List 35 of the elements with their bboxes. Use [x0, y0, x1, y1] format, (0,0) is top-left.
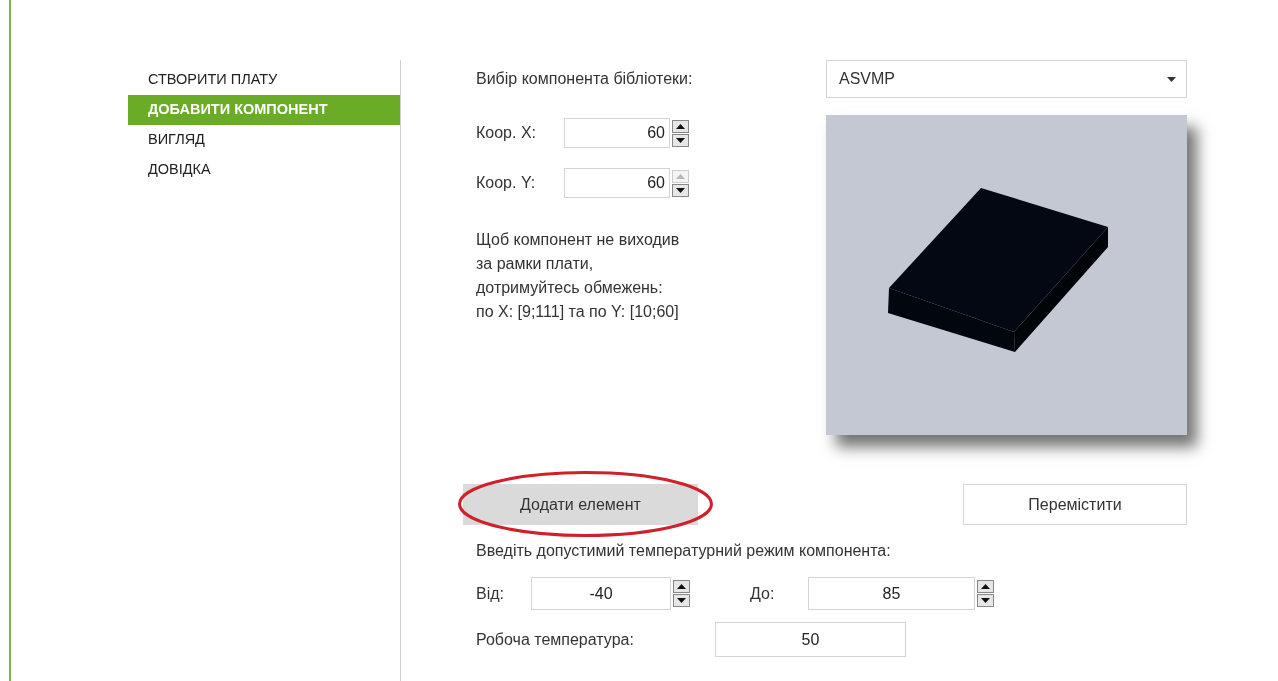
spin-down-button[interactable]	[977, 594, 994, 607]
down-triangle-icon	[676, 187, 685, 193]
coordinate-label: Коор. Y:	[476, 173, 537, 193]
up-triangle-icon	[677, 584, 686, 589]
spin-down-button[interactable]	[672, 183, 689, 197]
up-triangle-icon	[981, 584, 990, 589]
down-triangle-icon	[981, 598, 990, 603]
spin-down-button[interactable]	[673, 594, 690, 607]
down-triangle-icon	[677, 598, 686, 603]
sidebar-item[interactable]: СТВОРИТИ ПЛАТУ	[128, 65, 400, 95]
sidebar-item[interactable]: ДОВІДКА	[128, 155, 400, 185]
temperature-label: Введіть допустимий температурний режим компонента:	[476, 541, 892, 561]
sidebar-item[interactable]: ВИГЛЯД	[128, 125, 400, 155]
hint-text: Щоб компонент не виходив за рамки плати, дотримуйтесь обмежень: по X: [9;111] та по Y: [10;60]	[476, 230, 681, 322]
spin-up-button[interactable]	[977, 580, 994, 593]
working-temperature-label: Робоча температура:	[476, 629, 635, 650]
number-field[interactable]: -40	[531, 577, 671, 610]
spin-up-button[interactable]	[673, 580, 690, 593]
add-element-button[interactable]: Додати елемент	[463, 484, 698, 525]
library-label: Вибір компонента бібліотеки:	[476, 69, 693, 89]
working-temperature-field[interactable]: 50	[715, 622, 906, 657]
move-button[interactable]: Перемістити	[963, 484, 1187, 525]
range-label: Від:	[476, 583, 505, 604]
up-triangle-icon	[676, 173, 685, 179]
range-label: До:	[750, 583, 776, 604]
library-dropdown[interactable]: ASVMP	[826, 60, 1187, 98]
up-triangle-icon	[676, 123, 685, 129]
spin-up-button[interactable]	[672, 119, 689, 133]
number-field[interactable]: 85	[808, 577, 975, 610]
spin-down-button[interactable]	[672, 133, 689, 147]
caret-icon	[1167, 76, 1176, 82]
down-triangle-icon	[676, 137, 685, 143]
number-field[interactable]: 60	[564, 118, 670, 148]
number-field[interactable]: 60	[564, 168, 670, 198]
coordinate-label: Коор. X:	[476, 123, 538, 143]
